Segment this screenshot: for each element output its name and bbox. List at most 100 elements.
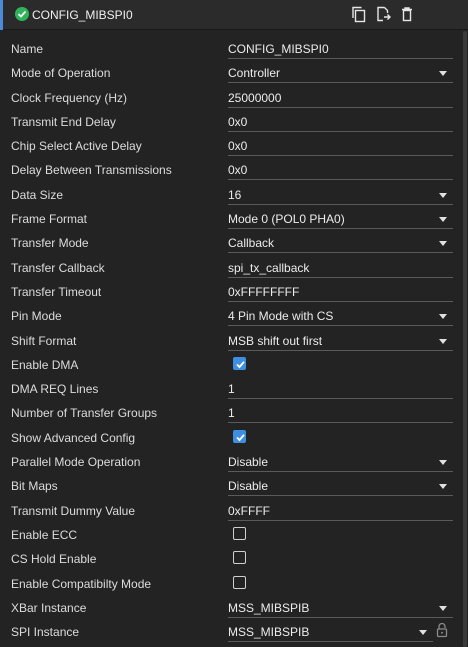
enable-dma-checkbox[interactable] — [233, 356, 246, 370]
enable-compatibilty-mode-checkbox[interactable] — [233, 575, 246, 589]
field-value: spi_tx_callback — [228, 260, 310, 275]
export-icon[interactable] — [374, 5, 392, 23]
property-label: Pin Mode — [11, 309, 62, 324]
spi-instance-dropdown[interactable]: MSS_MIBSPIB — [228, 620, 433, 643]
field-value: Mode 0 (POL0 PHA0) — [228, 212, 345, 227]
transfer-callback-input[interactable]: spi_tx_callback — [228, 256, 453, 278]
property-label: Data Size — [11, 187, 64, 202]
field-value: 0x0 — [228, 163, 248, 178]
scrollbar-thumb[interactable] — [463, 31, 467, 647]
property-label: Name — [11, 42, 44, 56]
field-value: MSS_MIBSPIB — [228, 600, 310, 615]
field-value: 4 Pin Mode with CS — [228, 309, 334, 324]
property-label: Number of Transfer Groups — [11, 406, 158, 421]
chevron-down-icon — [439, 338, 447, 344]
property-row-transmit-dummy-value: Transmit Dummy Value 0xFFFF — [0, 499, 462, 523]
property-label: Transmit End Delay — [11, 114, 116, 129]
field-value: 0xFFFF — [228, 503, 270, 518]
field-value: 0xFFFFFFFF — [228, 284, 300, 299]
shift-format-dropdown[interactable]: MSB shift out first — [228, 329, 453, 351]
transmit-dummy-value-input[interactable]: 0xFFFF — [228, 499, 453, 521]
property-row-dma-req-lines: DMA REQ Lines 1 — [0, 377, 462, 401]
property-row-transfer-mode: Transfer Mode Callback — [0, 231, 462, 255]
chevron-down-icon — [439, 484, 447, 490]
property-row-number-of-transfer-groups: Number of Transfer Groups 1 — [0, 401, 462, 425]
property-label: Show Advanced Config — [11, 430, 136, 445]
clock-frequency-hz-input[interactable]: 25000000 — [228, 86, 453, 108]
data-size-dropdown[interactable]: 16 — [228, 183, 453, 205]
property-label: Enable DMA — [11, 357, 79, 372]
property-row-transfer-callback: Transfer Callback spi_tx_callback — [0, 256, 462, 280]
field-value: Disable — [228, 455, 269, 470]
name-input[interactable]: CONFIG_MIBSPI0 — [228, 37, 453, 59]
property-label: DMA REQ Lines — [11, 382, 99, 397]
xbar-instance-dropdown[interactable]: MSS_MIBSPIB — [228, 596, 453, 618]
number-of-transfer-groups-input[interactable]: 1 — [228, 401, 453, 424]
parallel-mode-operation-dropdown[interactable]: Disable — [228, 450, 453, 473]
property-label: Transfer Timeout — [11, 284, 102, 299]
delete-icon[interactable] — [398, 5, 416, 23]
bit-maps-dropdown[interactable]: Disable — [228, 474, 453, 497]
field-value: Disable — [228, 479, 269, 494]
mode-of-operation-dropdown[interactable]: Controller — [228, 61, 453, 84]
field-value: Callback — [228, 236, 275, 251]
panel-title: CONFIG_MIBSPI0 — [32, 8, 133, 22]
field-value: MSB shift out first — [228, 333, 323, 348]
property-row-mode-of-operation: Mode of Operation Controller — [0, 61, 462, 85]
field-value: 0x0 — [228, 139, 248, 154]
property-row-parallel-mode-operation: Parallel Mode Operation Disable — [0, 450, 462, 474]
property-row-transfer-timeout: Transfer Timeout 0xFFFFFFFF — [0, 280, 462, 304]
chevron-down-icon — [439, 241, 447, 247]
cs-hold-enable-checkbox[interactable] — [233, 551, 246, 565]
field-value: MSS_MIBSPIB — [228, 625, 310, 640]
property-label: Enable ECC — [11, 527, 78, 542]
field-value: 25000000 — [228, 90, 282, 105]
chip-select-active-delay-input[interactable]: 0x0 — [228, 134, 453, 157]
property-row-transmit-end-delay: Transmit End Delay 0x0 — [0, 110, 462, 134]
dma-req-lines-input[interactable]: 1 — [228, 377, 453, 400]
property-label: SPI Instance — [11, 625, 80, 640]
property-label: Bit Maps — [11, 479, 58, 494]
copy-icon[interactable] — [350, 5, 368, 23]
transfer-mode-dropdown[interactable]: Callback — [228, 231, 453, 254]
chevron-down-icon — [439, 460, 447, 466]
property-label: Transmit Dummy Value — [11, 503, 136, 518]
enable-ecc-checkbox[interactable] — [233, 526, 246, 540]
chevron-down-icon — [439, 192, 447, 198]
property-label: XBar Instance — [11, 600, 87, 615]
show-advanced-config-checkbox[interactable] — [233, 429, 246, 443]
field-value: 1 — [228, 406, 235, 421]
field-value: 0x0 — [228, 114, 248, 129]
vertical-scrollbar[interactable] — [462, 31, 468, 647]
property-label: Transfer Mode — [11, 236, 89, 251]
lock-icon[interactable] — [436, 622, 448, 638]
pin-mode-dropdown[interactable]: 4 Pin Mode with CS — [228, 304, 453, 327]
property-label: Enable Compatibilty Mode — [11, 576, 152, 591]
property-row-pin-mode: Pin Mode 4 Pin Mode with CS — [0, 304, 462, 328]
field-value: CONFIG_MIBSPI0 — [228, 42, 329, 56]
delay-between-transmissions-input[interactable]: 0x0 — [228, 158, 453, 181]
frame-format-dropdown[interactable]: Mode 0 (POL0 PHA0) — [228, 207, 453, 230]
check-circle-icon — [15, 7, 29, 21]
property-row-show-advanced-config: Show Advanced Config — [0, 426, 462, 450]
property-row-data-size: Data Size 16 — [0, 183, 462, 207]
chevron-down-icon — [439, 71, 447, 77]
property-row-shift-format: Shift Format MSB shift out first — [0, 329, 462, 353]
property-row-bit-maps: Bit Maps Disable — [0, 474, 462, 498]
property-label: Shift Format — [11, 333, 77, 348]
panel-header: CONFIG_MIBSPI0 — [0, 0, 468, 30]
property-row-xbar-instance: XBar Instance MSS_MIBSPIB — [0, 596, 462, 620]
property-row-enable-compatibilty-mode: Enable Compatibilty Mode — [0, 572, 462, 596]
property-list: Name CONFIG_MIBSPI0 Mode of Operation Contr… — [0, 37, 462, 644]
property-label: Clock Frequency (Hz) — [11, 90, 128, 105]
property-row-name: Name CONFIG_MIBSPI0 — [0, 37, 462, 61]
property-label: Frame Format — [11, 212, 88, 227]
field-value: Controller — [228, 66, 281, 81]
transmit-end-delay-input[interactable]: 0x0 — [228, 110, 453, 132]
field-value: 1 — [228, 382, 235, 397]
transfer-timeout-input[interactable]: 0xFFFFFFFF — [228, 280, 453, 302]
property-label: Parallel Mode Operation — [11, 455, 141, 470]
property-row-enable-ecc: Enable ECC — [0, 523, 462, 547]
property-label: CS Hold Enable — [11, 552, 97, 567]
property-row-spi-instance: SPI Instance MSS_MIBSPIB — [0, 620, 462, 644]
